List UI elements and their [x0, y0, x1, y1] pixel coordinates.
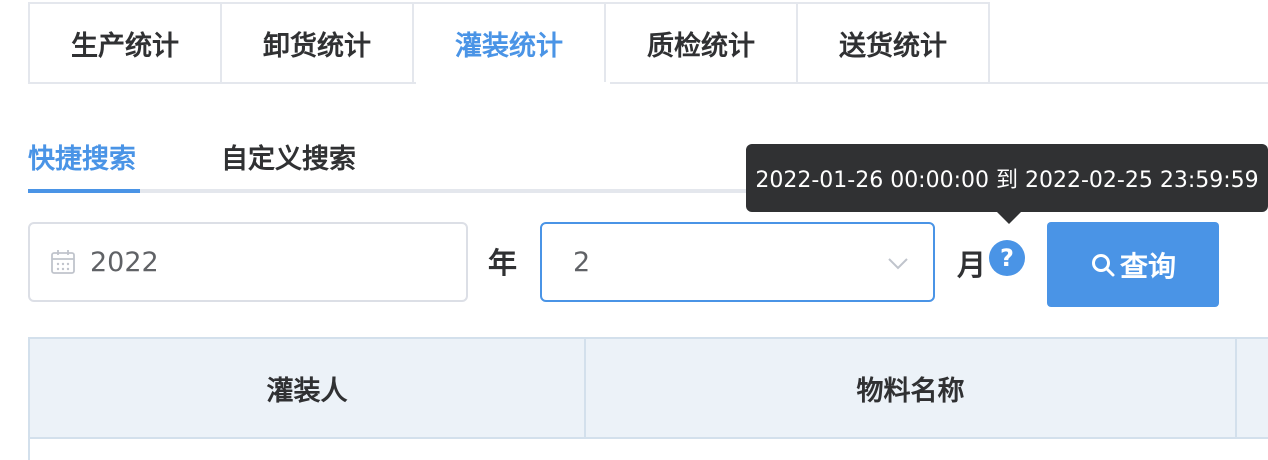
year-picker[interactable]: 2022	[28, 222, 468, 302]
year-label: 年	[488, 246, 518, 280]
year-value: 2022	[90, 246, 159, 278]
column-header-material-name[interactable]: 物料名称	[586, 339, 1237, 437]
tab-delivery-stats[interactable]: 送货统计	[796, 2, 990, 84]
column-header-filler[interactable]: 灌装人	[30, 339, 586, 437]
statistics-page: 生产统计 卸货统计 灌装统计 质检统计 送货统计 快捷搜索 自定义搜索 2022…	[0, 0, 1268, 460]
tab-filling-stats[interactable]: 灌装统计	[412, 2, 606, 84]
help-icon[interactable]: ?	[989, 240, 1025, 276]
tooltip-text: 2022-01-26 00:00:00 到 2022-02-25 23:59:5…	[755, 168, 1259, 193]
top-tabs-divider	[28, 82, 1268, 84]
tab-unloading-stats[interactable]: 卸货统计	[220, 2, 414, 84]
column-header-more[interactable]	[1237, 339, 1268, 437]
table-body-edge	[28, 439, 30, 460]
tab-quality-stats[interactable]: 质检统计	[604, 2, 798, 84]
tab-production-stats[interactable]: 生产统计	[28, 2, 222, 84]
tooltip-arrow	[997, 212, 1021, 224]
tab-quick-search[interactable]: 快捷搜索	[28, 128, 136, 184]
search-icon	[1091, 253, 1115, 276]
table-header: 灌装人 物料名称	[28, 337, 1268, 439]
month-label: 月	[957, 248, 987, 282]
tab-custom-search[interactable]: 自定义搜索	[221, 128, 356, 184]
date-range-tooltip: 2022-01-26 00:00:00 到 2022-02-25 23:59:5…	[746, 144, 1268, 212]
active-tab-indicator	[28, 189, 140, 193]
top-tabs: 生产统计 卸货统计 灌装统计 质检统计 送货统计	[28, 2, 990, 84]
query-button[interactable]: 查询	[1047, 222, 1219, 307]
query-button-label: 查询	[1119, 249, 1176, 283]
month-select[interactable]: 2	[540, 222, 935, 302]
month-value: 2	[573, 246, 591, 278]
calendar-icon	[50, 249, 76, 275]
chevron-down-icon	[887, 252, 909, 274]
